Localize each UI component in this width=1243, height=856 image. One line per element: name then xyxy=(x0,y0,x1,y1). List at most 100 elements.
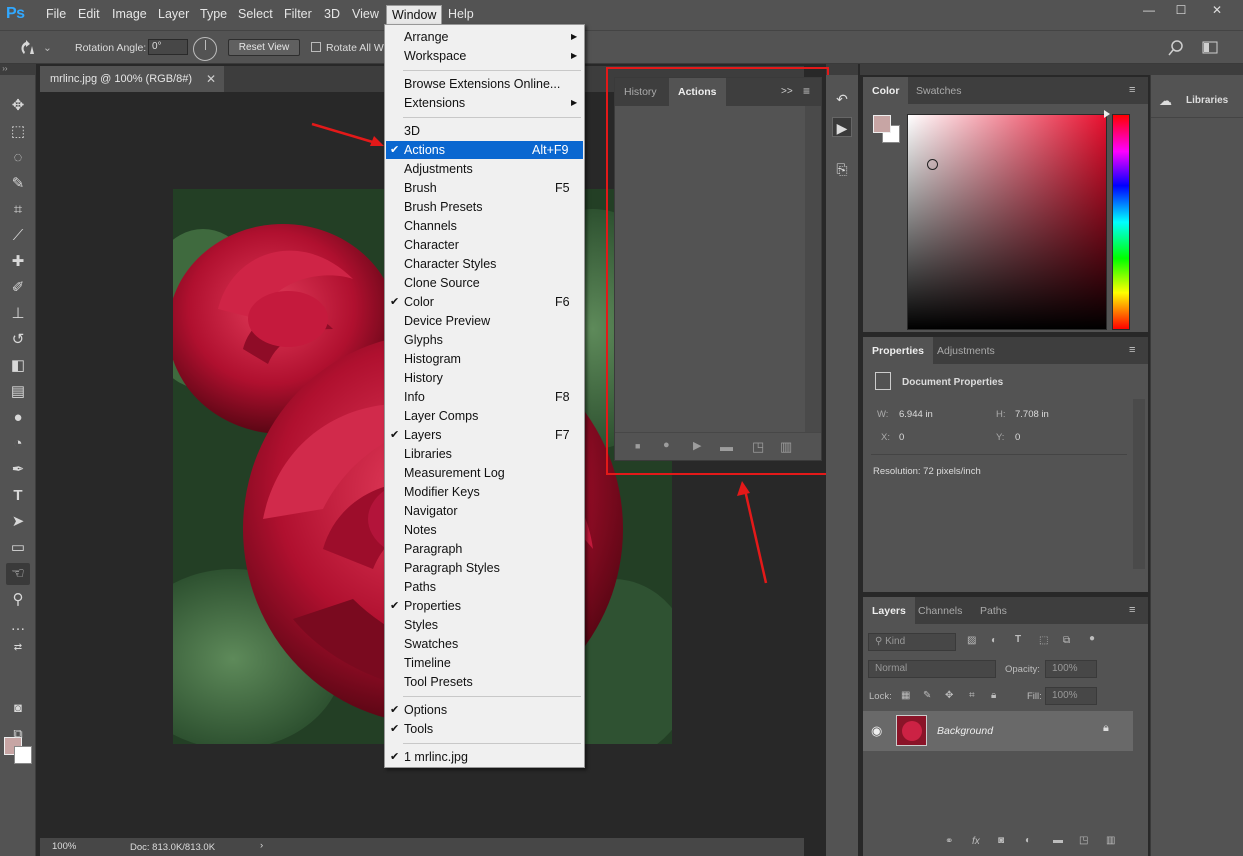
screen-mode-icon[interactable]: ⧉ xyxy=(6,723,30,745)
filter-pixel-icon[interactable]: ▨ xyxy=(967,635,976,646)
new-group-icon[interactable]: ▬ xyxy=(1053,835,1063,846)
panel-collapse-strip[interactable] xyxy=(860,64,1150,75)
tool-preset-arrow[interactable]: ⌄ xyxy=(43,42,52,54)
toolbar-collapse-strip[interactable]: ›› xyxy=(0,64,36,75)
menu-file[interactable]: File xyxy=(46,7,66,21)
window-menu-item[interactable]: Device Preview xyxy=(386,312,583,330)
tab-swatches[interactable]: Swatches xyxy=(907,77,971,105)
rotate-all-windows-checkbox[interactable] xyxy=(311,42,321,52)
dodge-tool-icon[interactable]: ◔ xyxy=(6,433,30,455)
edit-toolbar-icon[interactable]: … xyxy=(6,615,30,637)
rotate-view-tool-icon[interactable]: ☜ xyxy=(6,563,30,585)
window-menu-item[interactable]: Brush Presets xyxy=(386,198,583,216)
menu-view[interactable]: View xyxy=(352,7,379,21)
hue-slider[interactable] xyxy=(1112,114,1130,330)
layer-row-background[interactable]: ◉ Background 🔒︎ xyxy=(863,711,1133,751)
background-color-swatch[interactable] xyxy=(14,746,32,764)
menu-help[interactable]: Help xyxy=(448,7,474,21)
libraries-title[interactable]: Libraries xyxy=(1186,95,1228,106)
window-menu-item[interactable]: ✔ Tools xyxy=(386,720,583,738)
menu-edit[interactable]: Edit xyxy=(78,7,100,21)
filter-toggle-icon[interactable]: ● xyxy=(1089,633,1095,644)
window-menu-item[interactable]: ✔ Color F6 xyxy=(386,293,583,311)
properties-scrollbar[interactable] xyxy=(1133,399,1145,569)
fill-input[interactable]: 100% xyxy=(1045,687,1097,705)
tab-paths[interactable]: Paths xyxy=(971,597,1016,625)
window-menu-item[interactable]: History xyxy=(386,369,583,387)
minimize-button[interactable]: — xyxy=(1140,3,1158,17)
menu-filter[interactable]: Filter xyxy=(284,7,312,21)
blur-tool-icon[interactable]: ● xyxy=(6,407,30,429)
swap-colors-icon[interactable]: ⇄ xyxy=(6,637,30,659)
color-spectrum-field[interactable] xyxy=(907,114,1107,330)
brush-tool-icon[interactable]: ✐ xyxy=(6,277,30,299)
path-selection-tool-icon[interactable]: ➤ xyxy=(6,511,30,533)
status-menu-arrow[interactable]: › xyxy=(260,840,263,851)
window-menu-item[interactable]: 3D xyxy=(386,122,583,140)
window-menu-item[interactable]: ✔ 1 mrlinc.jpg xyxy=(386,748,583,766)
window-menu-item[interactable]: Measurement Log xyxy=(386,464,583,482)
window-menu-item[interactable]: ✔ Options xyxy=(386,701,583,719)
window-menu-item[interactable]: Clone Source xyxy=(386,274,583,292)
menu-window[interactable]: Window xyxy=(386,5,443,25)
window-menu-item[interactable]: Navigator xyxy=(386,502,583,520)
menu-select[interactable]: Select xyxy=(238,7,273,21)
layer-filter-select[interactable]: ⚲ Kind xyxy=(868,633,956,651)
tab-adjustments[interactable]: Adjustments xyxy=(928,337,1004,365)
filter-type-icon[interactable]: T xyxy=(1015,634,1021,645)
menu-image[interactable]: Image xyxy=(112,7,147,21)
window-menu-item[interactable]: Info F8 xyxy=(386,388,583,406)
menu-3d[interactable]: 3D xyxy=(324,7,340,21)
add-mask-icon[interactable]: ◙ xyxy=(998,835,1004,846)
icon-column-collapse-strip[interactable] xyxy=(826,64,858,75)
rectangle-tool-icon[interactable]: ▭ xyxy=(6,537,30,559)
layer-name[interactable]: Background xyxy=(937,725,993,737)
panel-menu-icon[interactable]: ≡ xyxy=(1129,604,1135,616)
lock-position-icon[interactable]: ✥ xyxy=(945,690,953,701)
height-value[interactable]: 7.708 in xyxy=(1015,409,1049,420)
window-menu-item[interactable]: Arrange ▶ xyxy=(386,28,583,46)
delete-layer-icon[interactable]: ▥ xyxy=(1106,835,1115,846)
rotate-view-tool-icon[interactable] xyxy=(18,38,40,58)
document-tab[interactable]: mrlinc.jpg @ 100% (RGB/8#) ✕ xyxy=(40,66,224,92)
window-menu-item[interactable]: Workspace ▶ xyxy=(386,47,583,65)
color-picker-cursor[interactable] xyxy=(927,159,938,170)
reset-view-button[interactable]: Reset View xyxy=(228,39,300,56)
filter-adjustment-icon[interactable]: ◐ xyxy=(991,635,997,646)
window-menu-item[interactable]: Extensions ▶ xyxy=(386,94,583,112)
lock-transparent-icon[interactable]: ▦ xyxy=(901,690,910,701)
tab-color[interactable]: Color xyxy=(863,77,909,105)
window-menu-item[interactable]: ✔ Properties xyxy=(386,597,583,615)
window-menu-item[interactable]: Swatches xyxy=(386,635,583,653)
libraries-collapse-strip[interactable] xyxy=(1150,64,1243,75)
clone-stamp-tool-icon[interactable]: ⊥ xyxy=(6,303,30,325)
window-menu-item[interactable]: Adjustments xyxy=(386,160,583,178)
x-value[interactable]: 0 xyxy=(899,432,904,443)
gradient-tool-icon[interactable]: ▤ xyxy=(6,381,30,403)
new-adjustment-icon[interactable]: ◐ xyxy=(1025,835,1031,846)
window-menu-item[interactable]: Notes xyxy=(386,521,583,539)
marquee-tool-icon[interactable]: ⬚ xyxy=(6,121,30,143)
menu-layer[interactable]: Layer xyxy=(158,7,189,21)
filter-shape-icon[interactable]: ⬚ xyxy=(1039,635,1048,646)
lock-artboard-icon[interactable]: ⌗ xyxy=(969,690,975,701)
hue-slider-marker[interactable] xyxy=(1104,110,1110,118)
window-menu-item[interactable]: ✔ Layers F7 xyxy=(386,426,583,444)
close-icon[interactable]: ✕ xyxy=(206,66,216,92)
window-menu-item[interactable]: Histogram xyxy=(386,350,583,368)
tab-properties[interactable]: Properties xyxy=(863,337,933,365)
y-value[interactable]: 0 xyxy=(1015,432,1020,443)
tab-layers[interactable]: Layers xyxy=(863,597,915,625)
lasso-tool-icon[interactable]: ◌ xyxy=(6,147,30,169)
menu-type[interactable]: Type xyxy=(200,7,227,21)
pen-tool-icon[interactable]: ✒ xyxy=(6,459,30,481)
window-menu-item[interactable]: Paragraph Styles xyxy=(386,559,583,577)
crop-tool-icon[interactable]: ⌗ xyxy=(6,199,30,221)
window-menu-item[interactable]: Character Styles xyxy=(386,255,583,273)
lock-image-icon[interactable]: ✎ xyxy=(923,690,931,701)
panel-menu-icon[interactable]: ≡ xyxy=(1129,84,1135,96)
blend-mode-select[interactable]: Normal xyxy=(868,660,996,678)
window-menu-item[interactable]: Character xyxy=(386,236,583,254)
quick-mask-icon[interactable]: ◙ xyxy=(6,697,30,719)
actions-play-icon[interactable]: ▶ xyxy=(832,117,852,137)
